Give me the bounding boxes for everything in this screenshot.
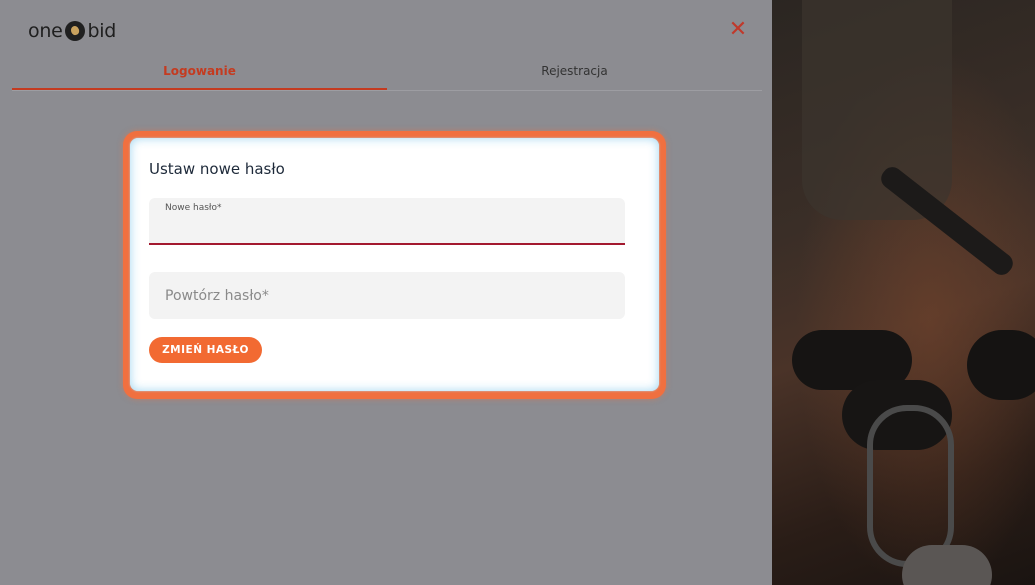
change-password-button[interactable]: ZMIEŃ HASŁO: [149, 337, 262, 363]
new-password-field[interactable]: Nowe hasło*: [149, 198, 625, 245]
onebid-logo-mark-icon: [65, 21, 86, 41]
set-password-card: Ustaw nowe hasło Nowe hasło* Powtórz has…: [130, 138, 659, 391]
card-title: Ustaw nowe hasło: [149, 160, 285, 178]
auth-panel: one bid ✕ Logowanie Rejestracja Ustaw no…: [0, 0, 772, 585]
new-password-label: Nowe hasło*: [165, 203, 222, 213]
repeat-password-placeholder: Powtórz hasło*: [165, 288, 269, 304]
auth-tabs: Logowanie Rejestracja: [12, 56, 762, 91]
new-password-input[interactable]: [165, 216, 609, 238]
close-icon[interactable]: ✕: [726, 18, 750, 42]
tab-login[interactable]: Logowanie: [12, 56, 387, 90]
decorative-keys-photo: [772, 0, 1035, 585]
logo-text-one: one: [28, 20, 63, 42]
tab-register[interactable]: Rejestracja: [387, 56, 762, 90]
repeat-password-field[interactable]: Powtórz hasło*: [149, 272, 625, 319]
onebid-logo[interactable]: one bid: [28, 18, 116, 44]
logo-text-bid: bid: [87, 20, 116, 42]
